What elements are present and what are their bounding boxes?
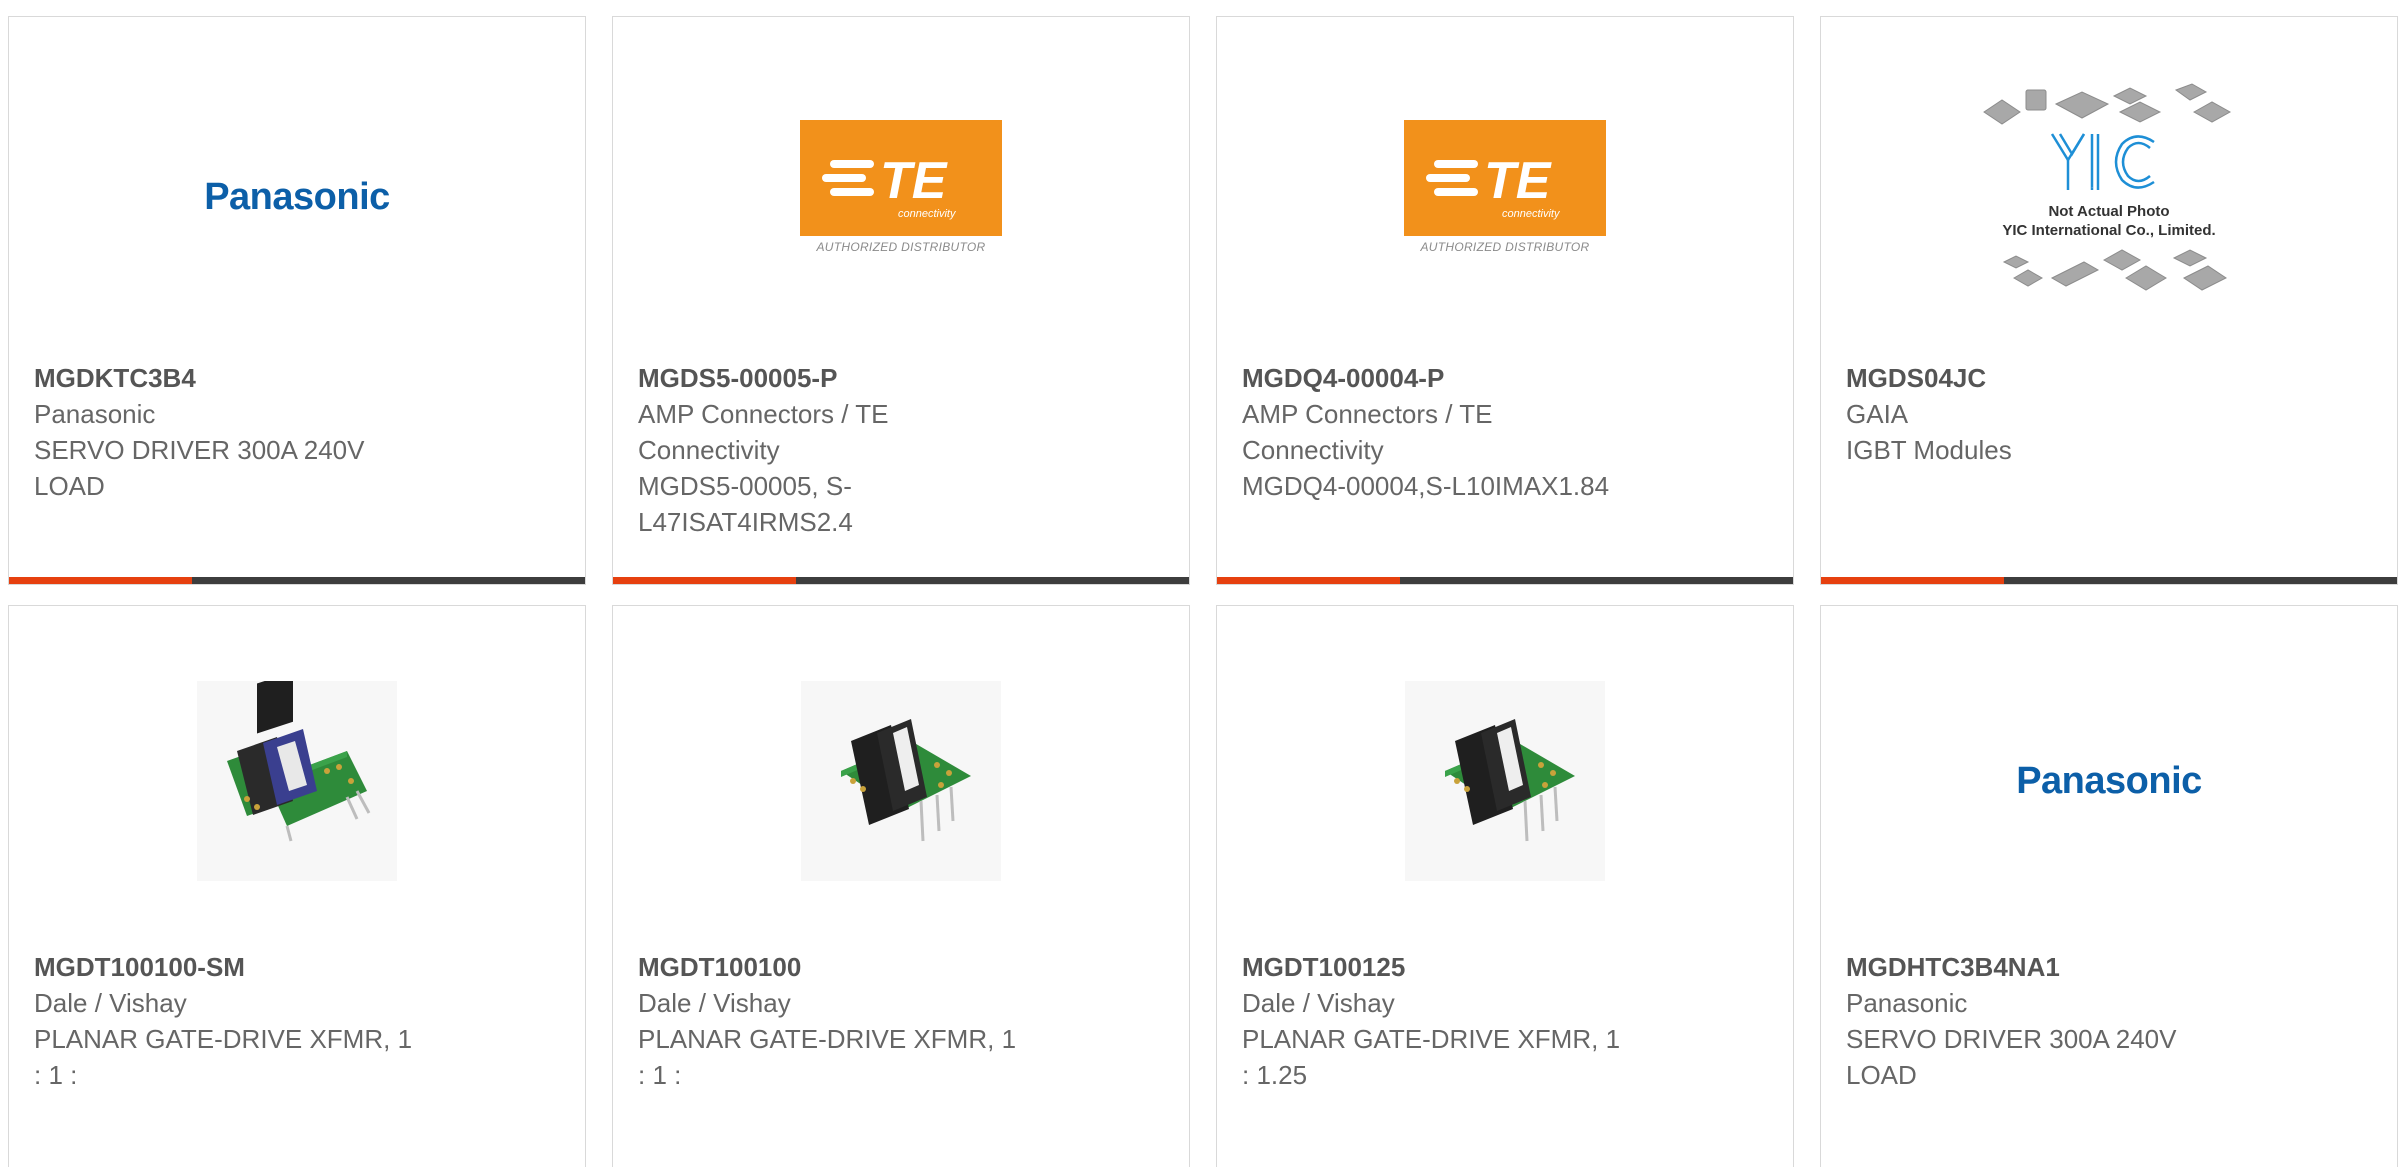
product-card[interactable]: MGDT100125 Dale / Vishay PLANAR GATE-DRI… (1216, 605, 1794, 1167)
card-bottom-bar (1217, 577, 1793, 584)
te-connectivity-logo: TE connectivity AUTHORIZED DISTRIBUTOR (1404, 120, 1606, 254)
product-image[interactable] (613, 606, 1189, 956)
logo-caption: AUTHORIZED DISTRIBUTOR (1420, 240, 1590, 254)
yic-placeholder: YIC Not Actual Photo YIC International C… (1964, 72, 2254, 312)
product-image[interactable] (9, 606, 585, 956)
panasonic-logo: Panasonic (204, 175, 390, 218)
description-line: SERVO DRIVER 300A 240V (1846, 1024, 2177, 1054)
product-image[interactable]: TE connectivity AUTHORIZED DISTRIBUTOR (1217, 17, 1793, 367)
product-card[interactable]: TE connectivity AUTHORIZED DISTRIBUTOR M… (612, 16, 1190, 585)
product-image[interactable]: Panasonic (9, 17, 585, 367)
card-bottom-bar (9, 577, 585, 584)
placeholder-line: Not Actual Photo (2048, 203, 2170, 220)
te-logo-icon: TE connectivity (800, 120, 1002, 236)
card-bottom-bar (613, 577, 1189, 584)
te-logo-text: TE (1484, 152, 1552, 210)
part-number[interactable]: MGDHTC3B4NA1 (1846, 949, 2372, 985)
description-line: PLANAR GATE-DRIVE XFMR, 1 (638, 1024, 1017, 1054)
manufacturer: Connectivity (638, 435, 780, 465)
placeholder-line: YIC International Co., Limited. (2002, 222, 2216, 239)
part-number[interactable]: MGDS5-00005-P (638, 360, 1164, 396)
placeholder-text: Not Actual Photo YIC International Co., … (1964, 202, 2254, 240)
chip-cluster-icon: YIC (1983, 83, 2232, 291)
transformer-photo-icon (197, 681, 397, 881)
manufacturer: Dale / Vishay (638, 988, 791, 1018)
product-image[interactable]: YIC Not Actual Photo YIC International C… (1821, 17, 2397, 367)
manufacturer: Panasonic (1846, 988, 1968, 1018)
part-number[interactable]: MGDKTC3B4 (34, 360, 560, 396)
description-line: : 1.25 (1242, 1060, 1308, 1090)
te-logo-subtext: connectivity (1502, 208, 1561, 220)
description-line: LOAD (1846, 1060, 1917, 1090)
transformer-photo-icon (1405, 681, 1605, 881)
description-line: MGDS5-00005, S- (638, 471, 852, 501)
description-line: IGBT Modules (1846, 435, 2012, 465)
logo-caption: AUTHORIZED DISTRIBUTOR (816, 240, 986, 254)
part-number[interactable]: MGDT100100-SM (34, 949, 560, 985)
card-bottom-bar (1821, 577, 2397, 584)
description-line: L47ISAT4IRMS2.4 (638, 507, 853, 537)
te-logo-icon: TE connectivity (1404, 120, 1606, 236)
description-line: MGDQ4-00004,S-L10IMAX1.84 (1242, 471, 1610, 501)
product-grid: Panasonic MGDKTC3B4 Panasonic SERVO DRIV… (0, 0, 2400, 1167)
product-card[interactable]: Panasonic MGDHTC3B4NA1 Panasonic SERVO D… (1820, 605, 2398, 1167)
product-card[interactable]: Panasonic MGDKTC3B4 Panasonic SERVO DRIV… (8, 16, 586, 585)
te-logo-text: TE (880, 152, 948, 210)
card-accent (1821, 577, 2004, 584)
card-accent (613, 577, 796, 584)
manufacturer: AMP Connectors / TE (638, 399, 889, 429)
part-number[interactable]: MGDS04JC (1846, 360, 2372, 396)
product-image[interactable]: Panasonic (1821, 606, 2397, 956)
product-image[interactable]: TE connectivity AUTHORIZED DISTRIBUTOR (613, 17, 1189, 367)
transformer-photo-icon (801, 681, 1001, 881)
product-card[interactable]: MGDT100100 Dale / Vishay PLANAR GATE-DRI… (612, 605, 1190, 1167)
manufacturer: Connectivity (1242, 435, 1384, 465)
description-line: LOAD (34, 471, 105, 501)
manufacturer: Panasonic (34, 399, 156, 429)
card-accent (1217, 577, 1400, 584)
part-number[interactable]: MGDQ4-00004-P (1242, 360, 1768, 396)
card-accent (9, 577, 192, 584)
description-line: SERVO DRIVER 300A 240V (34, 435, 365, 465)
manufacturer: Dale / Vishay (34, 988, 187, 1018)
manufacturer: AMP Connectors / TE (1242, 399, 1493, 429)
manufacturer: GAIA (1846, 399, 1909, 429)
description-line: PLANAR GATE-DRIVE XFMR, 1 (1242, 1024, 1621, 1054)
part-number[interactable]: MGDT100125 (1242, 949, 1768, 985)
product-card[interactable]: MGDT100100-SM Dale / Vishay PLANAR GATE-… (8, 605, 586, 1167)
part-number[interactable]: MGDT100100 (638, 949, 1164, 985)
manufacturer: Dale / Vishay (1242, 988, 1395, 1018)
panasonic-logo: Panasonic (2016, 759, 2202, 802)
product-card[interactable]: TE connectivity AUTHORIZED DISTRIBUTOR M… (1216, 16, 1794, 585)
product-card[interactable]: YIC Not Actual Photo YIC International C… (1820, 16, 2398, 585)
description-line: PLANAR GATE-DRIVE XFMR, 1 (34, 1024, 413, 1054)
te-connectivity-logo: TE connectivity AUTHORIZED DISTRIBUTOR (800, 120, 1002, 254)
yic-logo-text: YIC (2091, 187, 2093, 189)
product-image[interactable] (1217, 606, 1793, 956)
description-line: : 1 : (638, 1060, 682, 1090)
description-line: : 1 : (34, 1060, 78, 1090)
te-logo-subtext: connectivity (898, 208, 957, 220)
